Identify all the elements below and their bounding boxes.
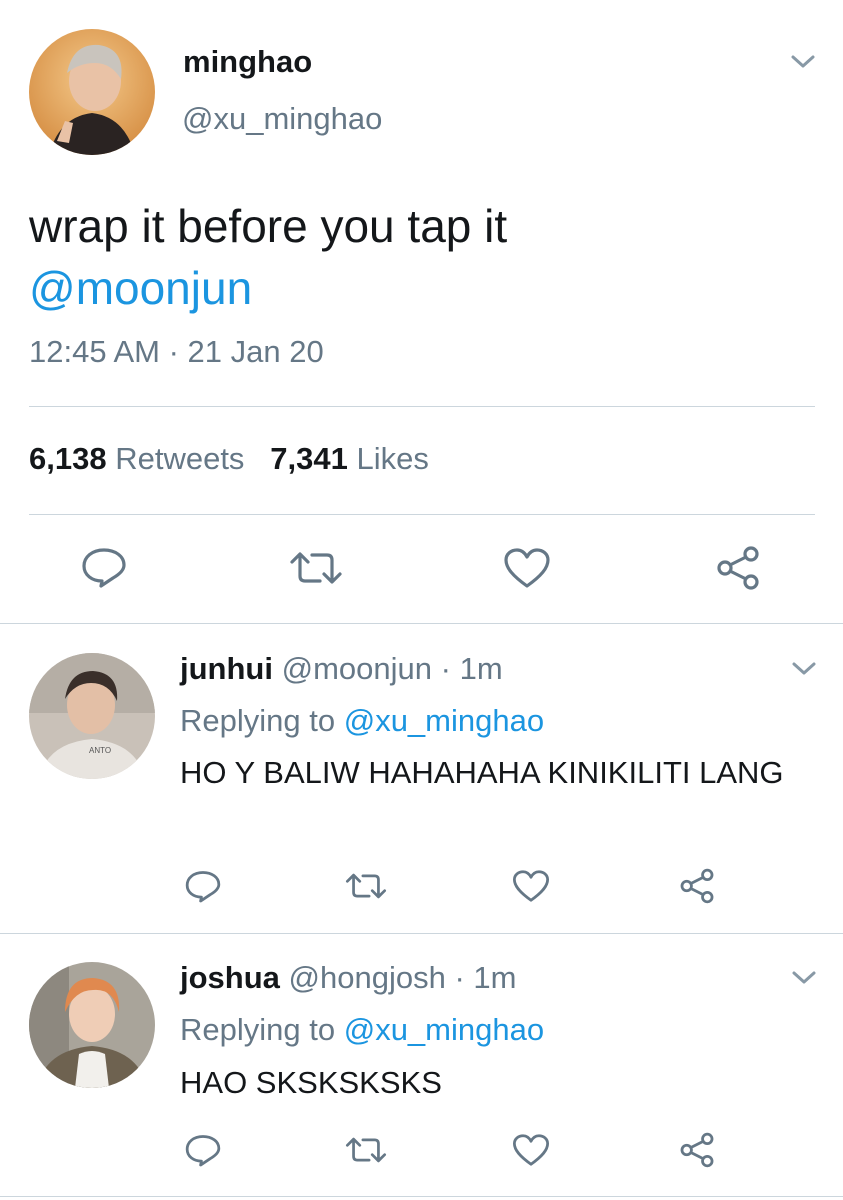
reply-time[interactable]: 1m [460, 651, 503, 686]
share-icon [680, 868, 714, 904]
avatar-photo [29, 962, 155, 1088]
replying-to-link[interactable]: @xu_minghao [344, 1012, 544, 1047]
share-button[interactable] [678, 867, 716, 905]
reply-button[interactable] [184, 1132, 222, 1168]
reply-menu-button[interactable] [789, 659, 819, 679]
replying-to-label: Replying to [180, 1012, 336, 1047]
reply-author-handle[interactable]: @moonjun [282, 651, 432, 686]
reply-time[interactable]: 1m [473, 960, 516, 995]
heart-icon [512, 1134, 550, 1166]
likes-count: 7,341 [270, 441, 348, 476]
svg-text:ANTO: ANTO [89, 746, 111, 755]
reply-header: junhui @moonjun · 1m [180, 651, 503, 687]
replying-to: Replying to @xu_minghao [180, 703, 544, 739]
like-button[interactable] [512, 1133, 550, 1167]
reply-text: HAO SKSKSKSKS [180, 1065, 442, 1100]
avatar[interactable] [29, 29, 155, 155]
tweet-menu-button[interactable] [788, 52, 818, 72]
retweets-count: 6,138 [29, 441, 107, 476]
retweet-button[interactable] [288, 550, 344, 586]
likes-stat[interactable]: 7,341 Likes [270, 441, 429, 476]
share-icon [680, 1132, 714, 1168]
reply-author-handle[interactable]: @hongjosh [289, 960, 446, 995]
reply-icon [82, 548, 126, 588]
chevron-down-icon [791, 55, 815, 68]
separator-dot: · [454, 960, 465, 995]
separator-dot: · [440, 651, 451, 686]
reply-author-name[interactable]: junhui [180, 651, 273, 686]
divider [29, 514, 815, 515]
reply-author-name[interactable]: joshua [180, 960, 280, 995]
divider [0, 623, 843, 624]
retweet-button[interactable] [344, 872, 388, 900]
divider [0, 1196, 843, 1197]
likes-label: Likes [356, 441, 429, 476]
tweet-stats: 6,138 Retweets 7,341 Likes [29, 441, 429, 477]
tweet-text: wrap it before you tap it [29, 200, 508, 252]
reply-text: HO Y BALIW HAHAHAHA KINIKILITI LANG [180, 755, 784, 790]
heart-icon [512, 870, 550, 902]
avatar-photo [29, 29, 155, 155]
share-icon [717, 546, 759, 590]
author-handle[interactable]: @xu_minghao [182, 101, 382, 137]
reply-menu-button[interactable] [789, 968, 819, 988]
reply-icon [185, 1135, 221, 1167]
reply-button[interactable] [80, 545, 128, 589]
reply-header: joshua @hongjosh · 1m [180, 960, 517, 996]
heart-icon [504, 548, 550, 588]
like-button[interactable] [503, 547, 551, 589]
divider [0, 933, 843, 934]
replying-to: Replying to @xu_minghao [180, 1012, 544, 1048]
retweet-icon [290, 552, 342, 584]
replying-to-link[interactable]: @xu_minghao [344, 703, 544, 738]
avatar[interactable]: ANTO [29, 653, 155, 779]
tweet-mention-link[interactable]: @moonjun [29, 258, 252, 318]
avatar[interactable] [29, 962, 155, 1088]
retweet-button[interactable] [344, 1136, 388, 1164]
like-button[interactable] [512, 869, 550, 903]
retweets-label: Retweets [115, 441, 245, 476]
retweet-icon [345, 873, 387, 899]
avatar-photo: ANTO [29, 653, 155, 779]
chevron-down-icon [792, 971, 816, 984]
retweet-icon [345, 1137, 387, 1163]
reply-icon [185, 871, 221, 903]
tweet-timestamp[interactable]: 12:45 AM · 21 Jan 20 [29, 334, 324, 370]
share-button[interactable] [714, 544, 762, 592]
chevron-down-icon [792, 662, 816, 675]
share-button[interactable] [678, 1131, 716, 1169]
retweet-stat[interactable]: 6,138 Retweets [29, 441, 244, 476]
replying-to-label: Replying to [180, 703, 336, 738]
author-display-name[interactable]: minghao [183, 44, 312, 80]
divider [29, 406, 815, 407]
reply-button[interactable] [184, 868, 222, 904]
